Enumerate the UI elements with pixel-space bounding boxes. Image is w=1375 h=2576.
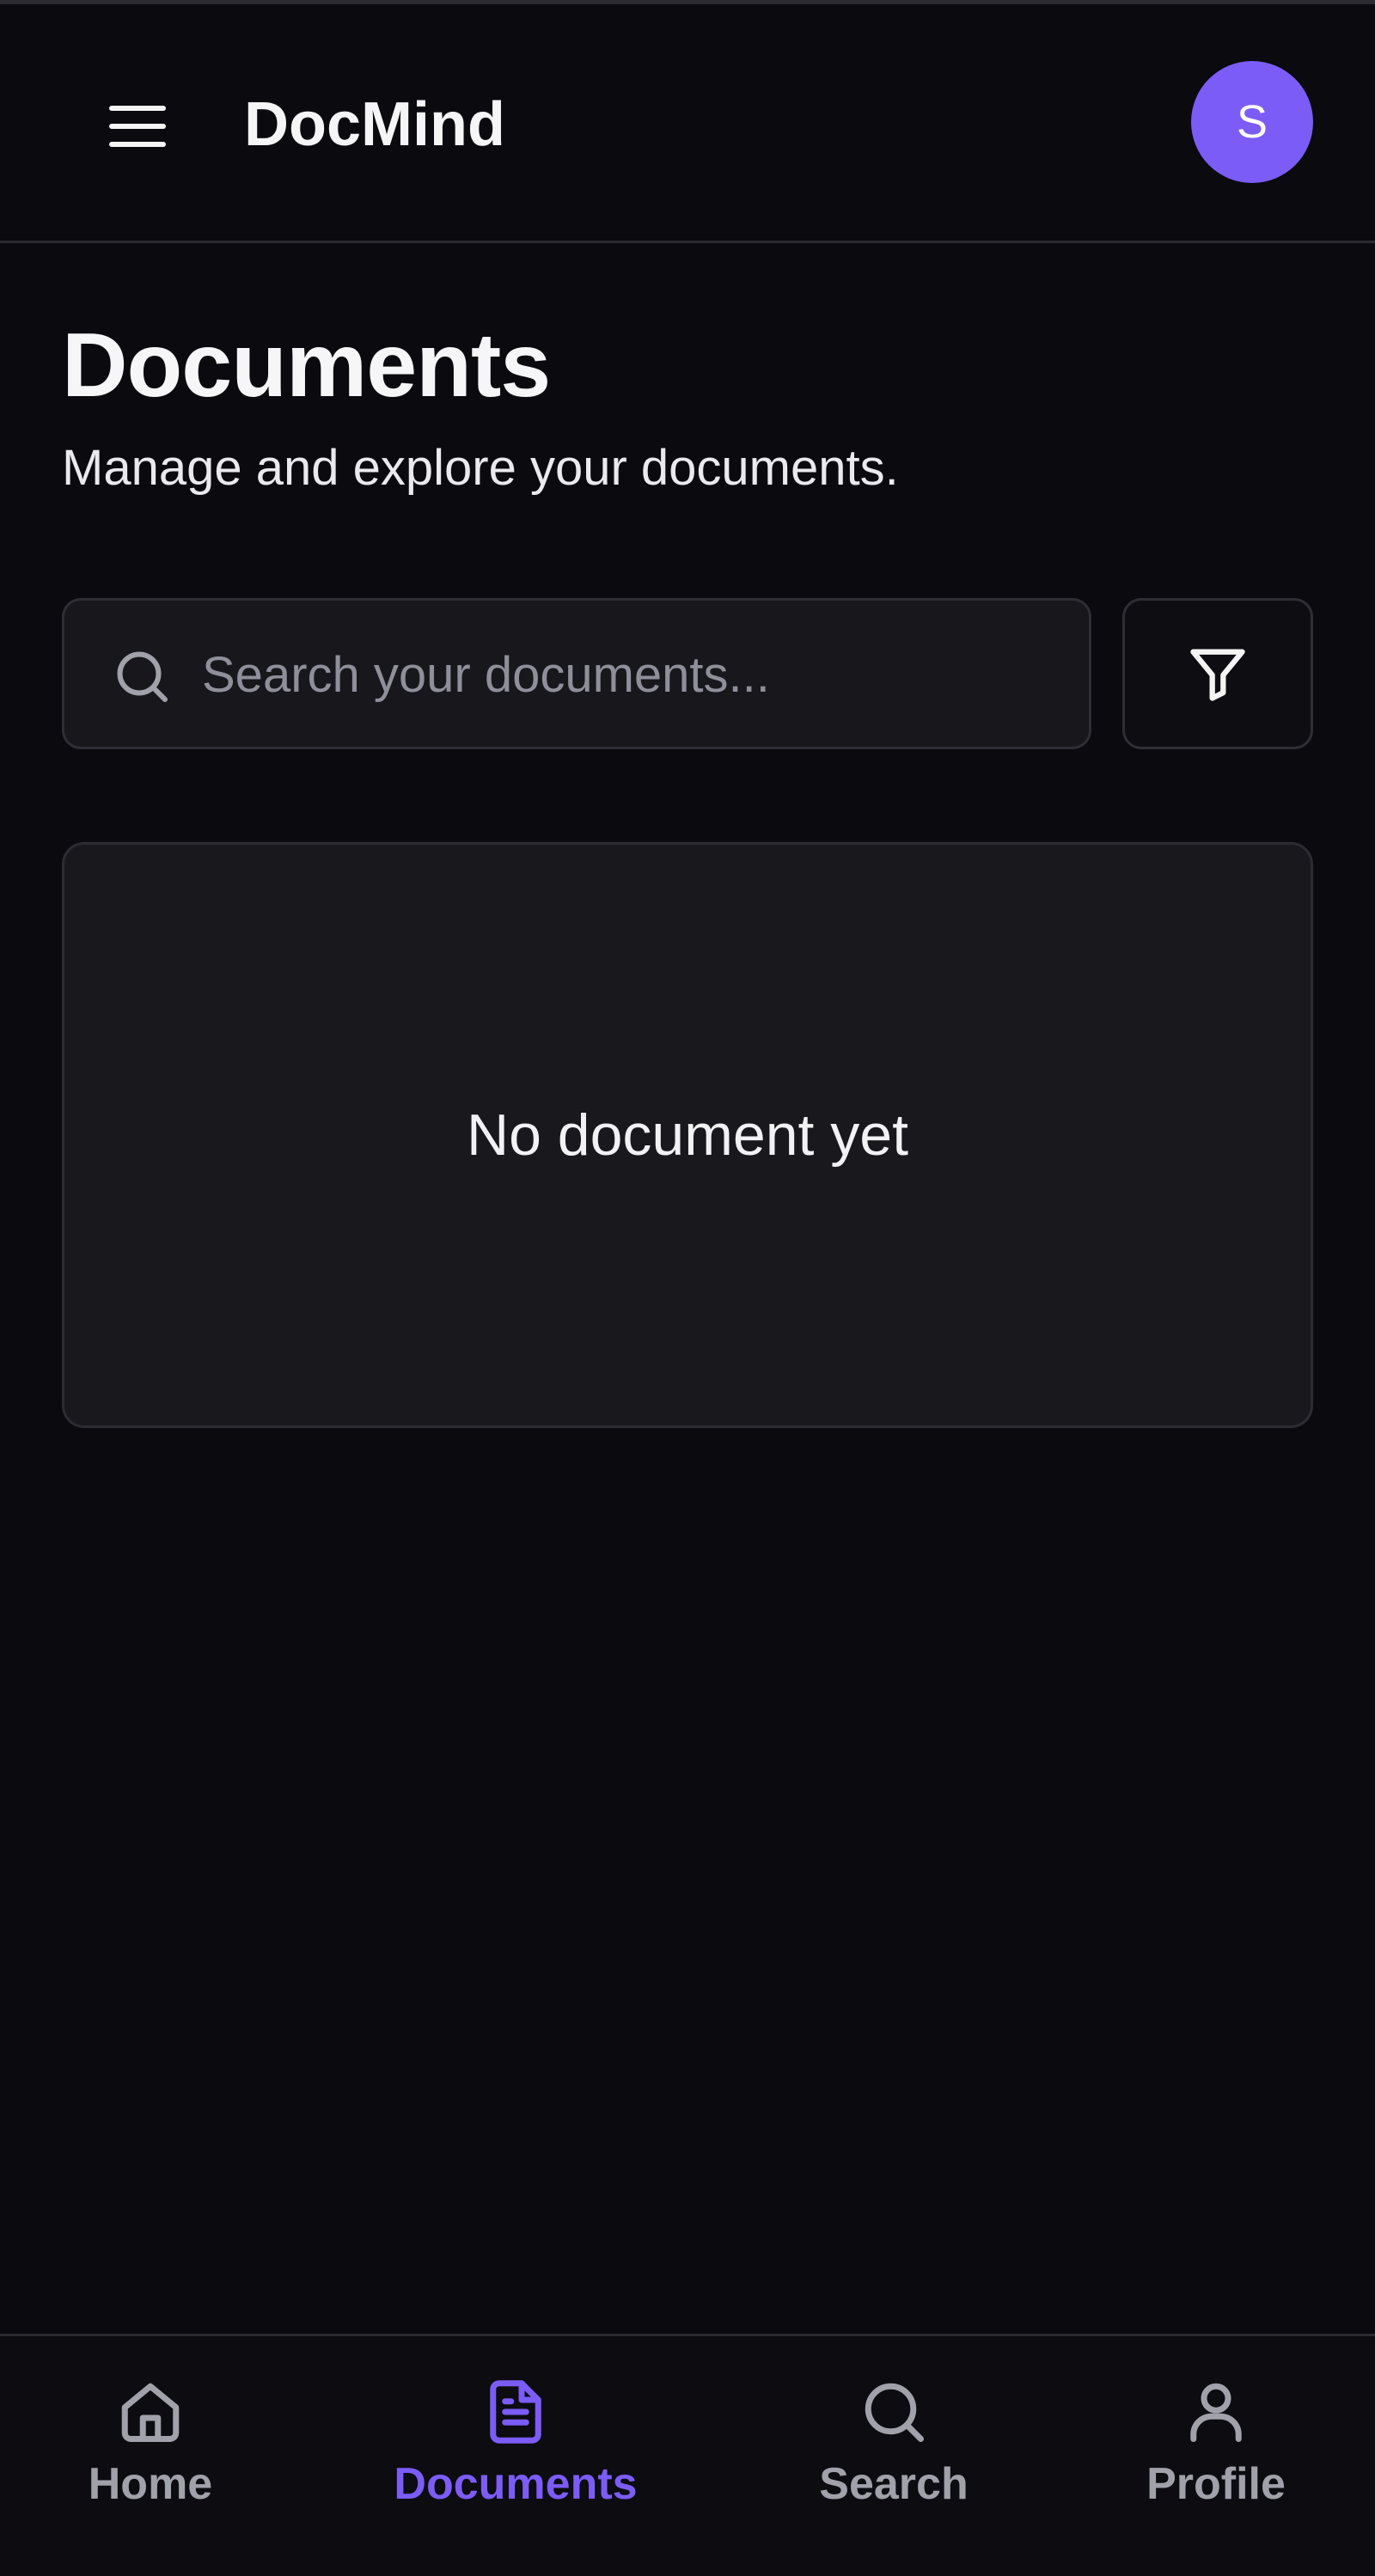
app-title: DocMind: [244, 90, 505, 159]
app-header: DocMind S: [0, 4, 1375, 243]
document-icon: [490, 2380, 541, 2444]
page-subtitle: Manage and explore your documents.: [62, 440, 899, 496]
search-icon: [865, 2383, 924, 2442]
empty-state-card: No document yet: [62, 842, 1313, 1428]
nav-label-profile: Profile: [1146, 2459, 1286, 2509]
bottom-navigation: Home Documents Search Profile: [0, 2334, 1375, 2576]
home-icon: [121, 2383, 180, 2442]
filter-button[interactable]: [1122, 598, 1313, 749]
nav-item-profile[interactable]: Profile: [1117, 2336, 1315, 2576]
nav-label-home: Home: [88, 2459, 213, 2509]
search-input[interactable]: [202, 626, 1053, 723]
hamburger-menu-icon: [109, 106, 166, 147]
nav-item-home[interactable]: Home: [52, 2336, 249, 2576]
menu-button[interactable]: [101, 94, 174, 159]
avatar[interactable]: S: [1191, 61, 1313, 183]
search-icon: [117, 651, 168, 702]
nav-label-search: Search: [819, 2459, 969, 2509]
nav-item-documents[interactable]: Documents: [370, 2336, 662, 2576]
nav-item-search[interactable]: Search: [791, 2336, 997, 2576]
nav-label-documents: Documents: [394, 2459, 638, 2509]
search-box[interactable]: [62, 598, 1091, 749]
filter-icon: [1190, 649, 1245, 701]
empty-state-text: No document yet: [466, 1102, 909, 1168]
user-icon: [1190, 2383, 1242, 2442]
page-title: Documents: [62, 314, 551, 416]
